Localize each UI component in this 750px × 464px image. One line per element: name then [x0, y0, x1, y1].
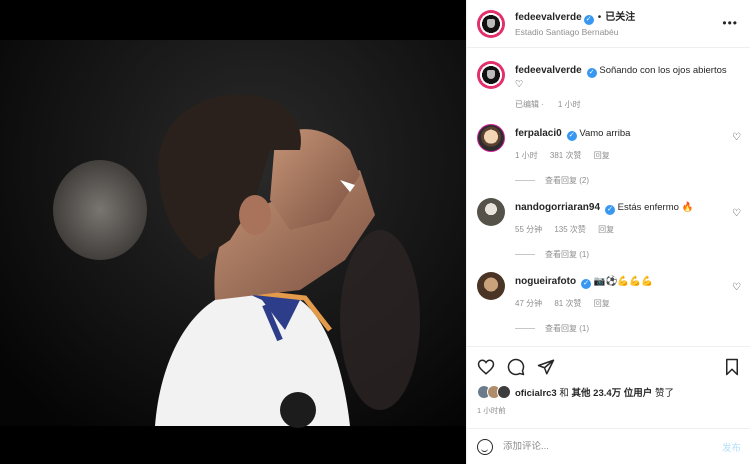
comment-text: Estás enfermo 🔥	[617, 202, 694, 213]
comment-avatar[interactable]	[477, 272, 505, 300]
owner-avatar[interactable]	[477, 9, 505, 38]
post-timestamp[interactable]: 1 小时前	[477, 405, 741, 416]
replies-divider	[515, 180, 535, 181]
bookmark-save-icon[interactable]	[723, 358, 741, 376]
post-header: fedeevalverde ✓ • 已关注 Estadio Santiago Bern…	[467, 0, 750, 48]
comment-username[interactable]: ferpalaci0	[515, 128, 562, 139]
post-comment-button[interactable]: 发布	[722, 440, 741, 454]
replies-divider	[515, 328, 535, 329]
verified-badge-icon: ✓	[583, 14, 594, 25]
comment-username[interactable]: nogueirafoto	[515, 276, 576, 287]
reply-button[interactable]: 回复	[594, 151, 610, 160]
comment-time[interactable]: 1 小时	[515, 151, 538, 160]
share-send-icon[interactable]	[537, 358, 555, 376]
caption-edited: 已编辑	[515, 100, 539, 109]
owner-username[interactable]: fedeevalverde	[515, 12, 582, 23]
separator-dot: •	[597, 11, 602, 23]
comment-text: Vamo arriba	[579, 128, 631, 139]
caption-username[interactable]: fedeevalverde	[515, 65, 582, 76]
comment-time[interactable]: 55 分钟	[515, 225, 542, 234]
replies-divider	[515, 254, 535, 255]
comment-avatar[interactable]	[477, 124, 505, 152]
comment-likes[interactable]: 135 次赞	[554, 225, 586, 234]
comments-list[interactable]: fedeevalverde ✓ Soñando con los ojos abie…	[467, 49, 750, 345]
comment-avatar[interactable]	[477, 198, 505, 226]
reply-button[interactable]: 回复	[594, 299, 610, 308]
comment-like-heart-icon[interactable]: ♡	[732, 282, 741, 293]
emoji-smiley-icon[interactable]	[477, 438, 493, 455]
post-location[interactable]: Estadio Santiago Bernabéu	[515, 25, 635, 39]
view-replies-label: 查看回复 (1)	[545, 250, 589, 259]
post-media[interactable]	[0, 0, 466, 464]
comment-time[interactable]: 47 分钟	[515, 299, 542, 308]
verified-badge-icon: ✓	[566, 131, 577, 141]
comment-item: nandogorriaran94 ✓ Estás enfermo 🔥 55 分钟 …	[477, 186, 741, 260]
follow-button[interactable]: 已关注	[605, 12, 635, 23]
view-replies-button[interactable]: 查看回复 (1)	[515, 323, 735, 334]
comment-likes[interactable]: 81 次赞	[554, 299, 581, 308]
comment-like-heart-icon[interactable]: ♡	[732, 132, 741, 143]
liker-avatar[interactable]	[497, 385, 511, 399]
comment-likes[interactable]: 381 次赞	[550, 151, 582, 160]
caption-meta-dot: ·	[541, 100, 544, 109]
comment-item: nogueirafoto ✓ 📷⚽💪💪💪 47 分钟 81 次赞 回复 查看回复 …	[477, 260, 741, 334]
likes-suffix: 赞了	[654, 388, 674, 399]
add-comment-bar: 发布	[467, 428, 750, 464]
post-actions: oficialrc3 和 其他 23.4万 位用户 赞了 1 小时前	[467, 346, 750, 416]
verified-badge-icon: ✓	[605, 205, 616, 215]
view-replies-button[interactable]: 查看回复 (1)	[515, 249, 735, 260]
post-modal: fedeevalverde ✓ • 已关注 Estadio Santiago Bern…	[0, 0, 750, 464]
likes-and: 和	[559, 388, 569, 399]
post-photo	[0, 0, 466, 464]
comment-input[interactable]	[503, 441, 693, 452]
comment-username[interactable]: nandogorriaran94	[515, 202, 600, 213]
view-replies-label: 查看回复 (1)	[545, 324, 589, 333]
comment-text: 📷⚽💪💪💪	[593, 276, 653, 287]
caption-time[interactable]: 1 小时	[558, 100, 581, 109]
verified-badge-icon: ✓	[586, 68, 597, 78]
caption-avatar[interactable]	[477, 61, 505, 89]
likes-others-count[interactable]: 其他 23.4万 位用户	[572, 388, 653, 399]
reply-button[interactable]: 回复	[598, 225, 614, 234]
comment-like-heart-icon[interactable]: ♡	[732, 208, 741, 219]
verified-badge-icon: ✓	[581, 279, 592, 289]
likes-summary: oficialrc3 和 其他 23.4万 位用户 赞了	[477, 385, 741, 399]
post-panel: fedeevalverde ✓ • 已关注 Estadio Santiago Bern…	[466, 0, 750, 464]
view-replies-button[interactable]: 查看回复 (2)	[515, 175, 735, 186]
comment-bubble-icon[interactable]	[507, 358, 525, 376]
comment-item: ferpalaci0 ✓ Vamo arriba 1 小时 381 次赞 回复 查…	[477, 110, 741, 186]
view-replies-label: 查看回复 (2)	[545, 176, 589, 185]
more-horizontal-icon[interactable]: •••	[722, 16, 738, 30]
like-heart-icon[interactable]	[477, 358, 495, 376]
liker-username[interactable]: oficialrc3	[515, 388, 557, 399]
caption-row: fedeevalverde ✓ Soñando con los ojos abie…	[477, 49, 741, 110]
